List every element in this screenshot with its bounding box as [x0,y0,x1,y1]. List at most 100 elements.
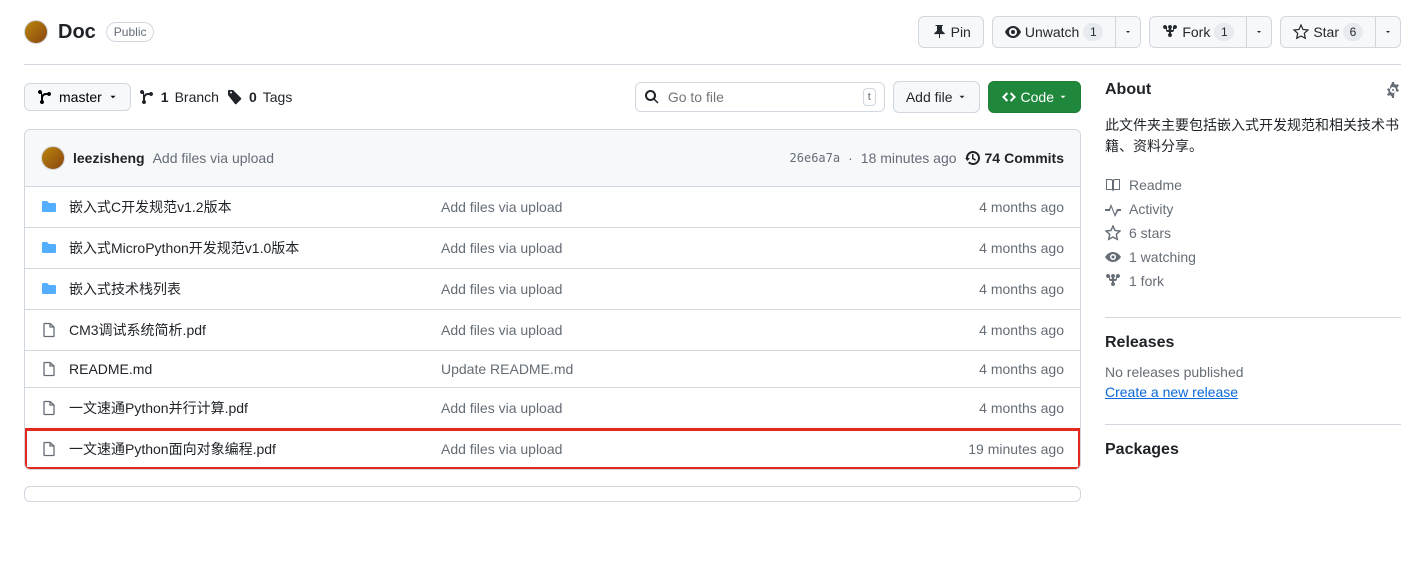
file-icon [41,441,57,457]
tags-label: Tags [263,89,293,105]
forks-link[interactable]: 1 fork [1105,273,1401,289]
fork-button[interactable]: Fork 1 [1149,16,1247,48]
folder-icon [41,240,57,256]
readme-box-top [24,486,1081,502]
add-file-label: Add file [906,87,953,107]
packages-title[interactable]: Packages [1105,441,1401,459]
file-name-link[interactable]: 一文速通Python并行计算.pdf [69,400,248,416]
file-row: 嵌入式技术栈列表 Add files via upload 4 months ago [25,269,1080,310]
file-age: 4 months ago [979,322,1064,338]
file-commit-msg[interactable]: Add files via upload [441,199,562,215]
tags-link[interactable]: 0 Tags [227,89,292,105]
owner-avatar[interactable] [24,20,48,44]
pin-label: Pin [951,22,971,42]
file-row: 一文速通Python并行计算.pdf Add files via upload 4 … [25,388,1080,429]
file-icon [41,322,57,338]
branch-icon [139,89,155,105]
star-count: 6 [1343,23,1363,41]
about-title: About [1105,81,1151,99]
file-search-input[interactable] [668,89,855,105]
readme-link[interactable]: Readme [1105,177,1401,193]
activity-link[interactable]: Activity [1105,201,1401,217]
branches-link[interactable]: 1 Branch [139,89,219,105]
file-commit-msg[interactable]: Add files via upload [441,240,562,256]
code-icon [1001,89,1017,105]
file-commit-msg[interactable]: Add files via upload [441,441,562,457]
releases-title[interactable]: Releases [1105,334,1401,352]
about-description: 此文件夹主要包括嵌入式开发规范和相关技术书籍、资料分享。 [1105,115,1401,157]
fork-dropdown[interactable] [1247,16,1272,48]
star-dropdown[interactable] [1376,16,1401,48]
file-age: 4 months ago [979,240,1064,256]
folder-icon [41,199,57,215]
file-name-link[interactable]: 嵌入式技术栈列表 [69,281,181,297]
file-name-link[interactable]: README.md [69,361,152,377]
eye-icon [1105,249,1121,265]
star-icon [1293,24,1309,40]
file-commit-msg[interactable]: Add files via upload [441,400,562,416]
file-search[interactable]: t [635,82,885,112]
file-row: 一文速通Python面向对象编程.pdf Add files via upload… [25,429,1080,469]
unwatch-button[interactable]: Unwatch 1 [992,16,1116,48]
unwatch-dropdown[interactable] [1116,16,1141,48]
pin-icon [931,24,947,40]
unwatch-label: Unwatch [1025,22,1079,42]
caret-down-icon [957,92,967,102]
file-commit-msg[interactable]: Add files via upload [441,281,562,297]
file-icon [41,361,57,377]
branch-icon [37,89,53,105]
file-commit-msg[interactable]: Add files via upload [441,322,562,338]
file-name-link[interactable]: CM3调试系统简析.pdf [69,322,206,338]
add-file-button[interactable]: Add file [893,81,980,113]
file-age: 19 minutes ago [968,441,1064,457]
file-age: 4 months ago [979,281,1064,297]
branches-label: Branch [175,89,219,105]
fork-count: 1 [1214,23,1234,41]
file-age: 4 months ago [979,361,1064,377]
branch-selector[interactable]: master [24,83,131,111]
search-icon [644,89,660,105]
commits-label: Commits [1004,150,1064,166]
file-age: 4 months ago [979,400,1064,416]
stars-link[interactable]: 6 stars [1105,225,1401,241]
commit-message[interactable]: Add files via upload [153,150,274,166]
gear-icon[interactable] [1385,82,1401,98]
commit-author-avatar[interactable] [41,146,65,170]
create-release-link[interactable]: Create a new release [1105,384,1238,400]
tags-count: 0 [249,89,257,105]
caret-down-icon [1058,92,1068,102]
file-name-link[interactable]: 嵌入式MicroPython开发规范v1.0版本 [69,240,299,256]
releases-empty: No releases published [1105,364,1401,380]
code-button[interactable]: Code [988,81,1081,113]
history-icon [965,150,981,166]
file-icon [41,400,57,416]
file-commit-msg[interactable]: Update README.md [441,361,573,377]
branches-count: 1 [161,89,169,105]
caret-down-icon [1255,28,1263,36]
folder-icon [41,281,57,297]
commit-age: 18 minutes ago [861,150,957,166]
visibility-badge: Public [106,22,155,42]
eye-icon [1005,24,1021,40]
file-row: CM3调试系统简析.pdf Add files via upload 4 month… [25,310,1080,351]
star-label: Star [1313,22,1339,42]
unwatch-count: 1 [1083,23,1103,41]
pulse-icon [1105,201,1121,217]
tag-icon [227,89,243,105]
caret-down-icon [1124,28,1132,36]
file-name-link[interactable]: 一文速通Python面向对象编程.pdf [69,441,276,457]
file-name-link[interactable]: 嵌入式C开发规范v1.2版本 [69,199,232,215]
file-row: 嵌入式MicroPython开发规范v1.0版本 Add files via up… [25,228,1080,269]
pin-button[interactable]: Pin [918,16,984,48]
branch-name: master [59,89,102,105]
fork-icon [1162,24,1178,40]
repo-name[interactable]: Doc [58,21,96,44]
star-button[interactable]: Star 6 [1280,16,1376,48]
fork-icon [1105,273,1121,289]
code-label: Code [1021,87,1054,107]
file-row: README.md Update README.md 4 months ago [25,351,1080,388]
watching-link[interactable]: 1 watching [1105,249,1401,265]
commits-link[interactable]: 74 Commits [965,150,1064,166]
commit-author[interactable]: leezisheng [73,150,145,166]
commit-hash[interactable]: 26e6a7a [790,151,841,165]
